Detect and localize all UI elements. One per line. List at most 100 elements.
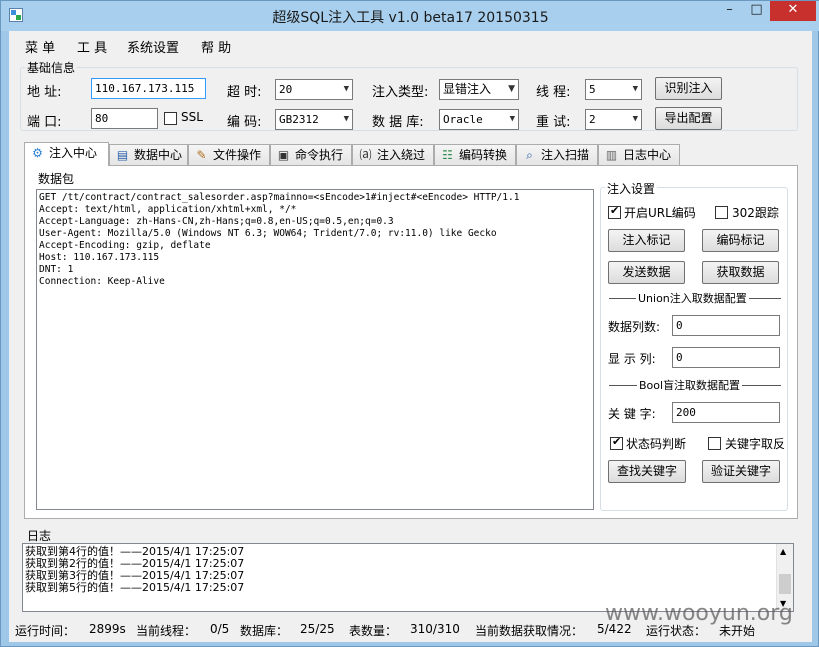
menu-bar: 菜 单 工 具 系统设置 帮 助 (9, 31, 812, 59)
follow-302-checkbox[interactable] (715, 206, 728, 219)
chevron-down-icon: ▼ (509, 114, 515, 124)
menu-item-settings[interactable]: 系统设置 (127, 37, 179, 56)
tab-log-center[interactable]: ▥ 日志中心 (598, 144, 680, 166)
log-book-icon: ▥ (605, 148, 618, 162)
terminal-icon: ▣ (277, 148, 290, 162)
inject-settings-label: 注入设置 (605, 180, 658, 197)
scan-icon: ⌕ (526, 148, 533, 162)
address-input[interactable]: 110.167.173.115 (91, 78, 206, 99)
chevron-down-icon: ▼ (343, 84, 349, 94)
encoding-select[interactable]: GB2312 ▼ (275, 109, 353, 130)
encoding-label: 编 码: (227, 115, 262, 130)
packet-textarea[interactable]: GET /tt/contract/contract_salesorder.asp… (36, 189, 594, 510)
keyword-invert-label: 关键字取反 (725, 437, 786, 451)
db-status-label: 数据库： (240, 624, 289, 638)
threads-status-label: 当前线程： (136, 624, 197, 638)
mark-encode-button[interactable]: 编码标记 (702, 229, 779, 252)
address-label: 地 址: (27, 85, 62, 100)
client-area: 菜 单 工 具 系统设置 帮 助 基础信息 地 址: 110.167.173.1… (9, 31, 812, 642)
port-input[interactable]: 80 (91, 108, 158, 129)
database-value: Oracle (443, 113, 483, 126)
threads-status-value: 0/5 (210, 622, 230, 636)
export-config-button[interactable]: 导出配置 (655, 107, 722, 130)
threads-value: 5 (589, 83, 596, 96)
table-status-label: 表数量： (349, 624, 398, 638)
url-encode-label: 开启URL编码 (624, 206, 696, 220)
ssl-label: SSL (181, 110, 203, 124)
tab-inject-scan[interactable]: ⌕ 注入扫描 (516, 144, 598, 166)
port-label: 端 口: (27, 115, 62, 130)
fetch-data-button[interactable]: 获取数据 (702, 261, 779, 284)
database-icon: ▤ (116, 148, 129, 162)
mark-inject-button[interactable]: 注入标记 (608, 229, 685, 252)
tab-label: 日志中心 (623, 148, 672, 162)
minimize-button[interactable]: – (716, 1, 743, 21)
encoding-value: GB2312 (279, 113, 319, 126)
encode-icon: ☷ (442, 148, 453, 162)
inject-type-value: 显错注入 (443, 82, 492, 96)
tab-inject-center[interactable]: ⚙ 注入中心 (24, 142, 109, 166)
timeout-value: 20 (279, 83, 293, 96)
database-label: 数 据 库: (372, 115, 424, 130)
display-col-label: 显 示 列: (608, 352, 656, 366)
chevron-down-icon: ▼ (632, 84, 638, 94)
menu-item-menu[interactable]: 菜 单 (25, 37, 55, 56)
retry-select[interactable]: 2 ▼ (585, 109, 642, 130)
display-col-input[interactable]: 0 (672, 347, 780, 368)
find-keyword-button[interactable]: 查找关键字 (608, 460, 686, 483)
tab-inject-bypass[interactable]: ⒜ 注入绕过 (352, 144, 434, 166)
tab-label: 注入绕过 (377, 148, 426, 162)
window-title: 超级SQL注入工具 v1.0 beta17 20150315 (272, 10, 549, 26)
progress-status-label: 当前数据获取情况： (475, 624, 584, 638)
gear-icon: ⚙ (32, 146, 43, 160)
tab-file-operations[interactable]: ✎ 文件操作 (188, 144, 270, 166)
tab-command-exec[interactable]: ▣ 命令执行 (270, 144, 352, 166)
menu-item-help[interactable]: 帮 助 (201, 37, 231, 56)
scroll-thumb[interactable] (779, 574, 791, 594)
runtime-value: 2899s (89, 622, 126, 636)
chevron-down-icon: ▼ (343, 114, 349, 124)
retry-label: 重 试: (536, 115, 571, 130)
tab-label: 文件操作 (213, 148, 262, 162)
retry-value: 2 (589, 113, 596, 126)
title-bar[interactable]: 超级SQL注入工具 v1.0 beta17 20150315 – □ ✕ (1, 1, 819, 31)
runtime-label: 运行时间： (15, 624, 76, 638)
bypass-icon: ⒜ (359, 148, 372, 162)
timeout-label: 超 时: (227, 85, 262, 100)
inject-type-select[interactable]: 显错注入 ▼ (439, 79, 519, 100)
threads-select[interactable]: 5 ▼ (585, 79, 642, 100)
bool-config-header: Bool盲注取数据配置 (637, 377, 743, 393)
tab-encode-convert[interactable]: ☷ 编码转换 (434, 144, 516, 166)
basic-info-label: 基础信息 (25, 59, 78, 76)
verify-keyword-button[interactable]: 验证关键字 (702, 460, 780, 483)
send-data-button[interactable]: 发送数据 (608, 261, 685, 284)
keyword-input[interactable]: 200 (672, 402, 780, 423)
file-edit-icon: ✎ (196, 148, 207, 162)
database-select[interactable]: Oracle ▼ (439, 109, 519, 130)
columns-label: 数据列数: (608, 320, 661, 334)
close-button[interactable]: ✕ (770, 1, 816, 21)
tab-label: 注入扫描 (541, 148, 590, 162)
tab-label: 命令执行 (295, 148, 344, 162)
scroll-up-icon[interactable]: ▲ (780, 546, 786, 558)
table-status-value: 310/310 (410, 622, 460, 636)
keyword-label: 关 键 字: (608, 407, 656, 421)
menu-item-tools[interactable]: 工 具 (77, 37, 107, 56)
log-label: 日志 (25, 527, 54, 544)
columns-input[interactable]: 0 (672, 315, 780, 336)
maximize-button[interactable]: □ (743, 1, 770, 21)
identify-inject-button[interactable]: 识别注入 (655, 77, 722, 100)
tab-label: 注入中心 (49, 146, 98, 160)
timeout-select[interactable]: 20 ▼ (275, 79, 353, 100)
tab-label: 编码转换 (459, 148, 508, 162)
tab-strip: ⚙ 注入中心 ▤ 数据中心 ✎ 文件操作 ▣ 命令执行 ⒜ 注入绕过 ☷ 编码转换 ⌕ 注入扫… (24, 142, 798, 166)
follow-302-label: 302跟踪 (732, 206, 779, 220)
union-config-header: Union注入取数据配置 (636, 290, 749, 306)
tab-data-center[interactable]: ▤ 数据中心 (109, 144, 188, 166)
inject-center-panel: 数据包 GET /tt/contract/contract_salesorder… (24, 165, 798, 519)
status-code-checkbox[interactable] (610, 435, 623, 450)
url-encode-checkbox[interactable] (608, 204, 621, 219)
keyword-invert-checkbox[interactable] (708, 437, 721, 450)
chevron-down-icon: ▼ (508, 84, 515, 94)
ssl-checkbox[interactable] (164, 112, 177, 125)
